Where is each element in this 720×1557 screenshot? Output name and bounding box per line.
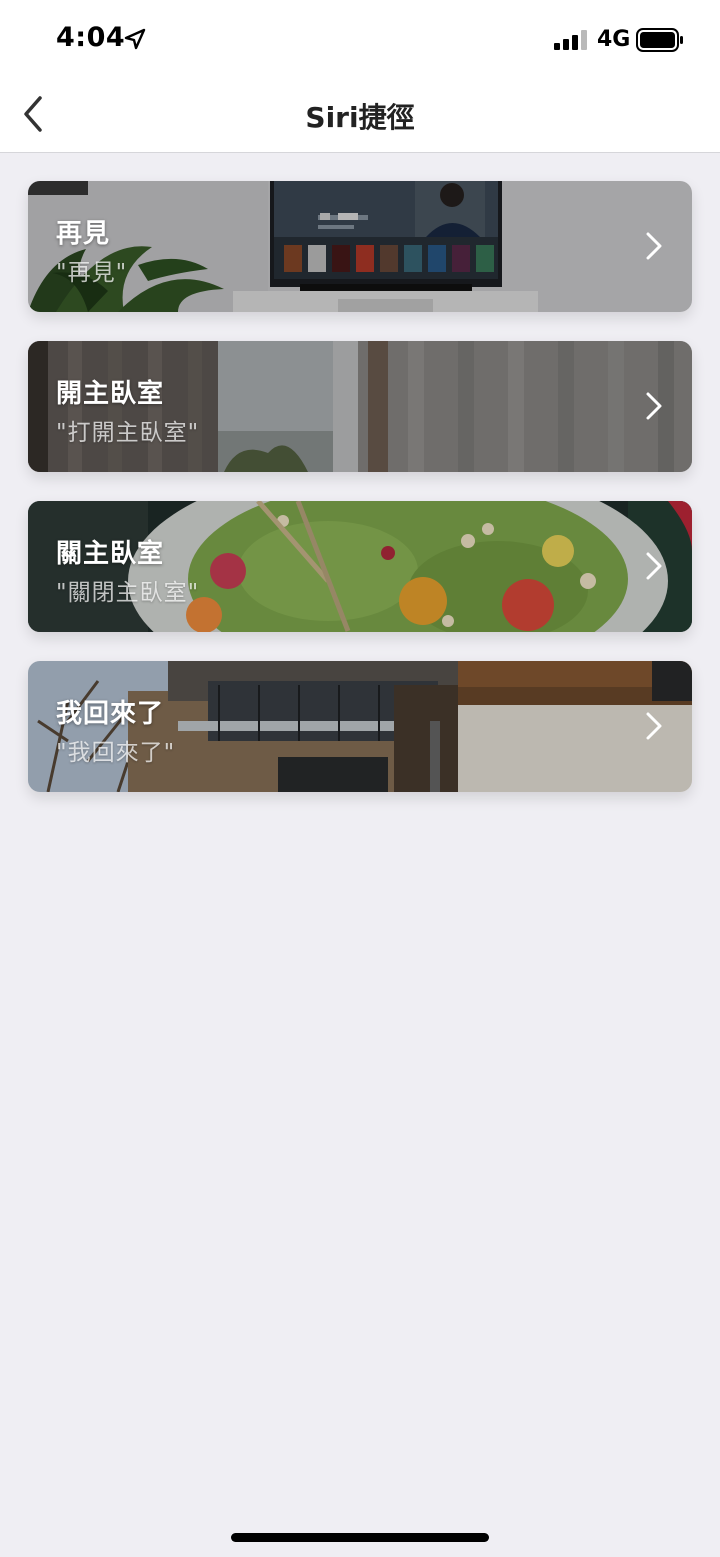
shortcut-card-im-home[interactable]: 我回來了 "我回來了" <box>28 661 692 792</box>
chevron-right-icon <box>646 552 662 580</box>
shortcut-card-goodbye[interactable]: 再見 "再見" <box>28 181 692 312</box>
shortcut-phrase: "再見" <box>56 260 128 286</box>
location-arrow-icon <box>124 28 146 50</box>
shortcut-title: 再見 <box>56 219 111 249</box>
network-type-label: 4G <box>597 27 631 52</box>
shortcut-title: 開主臥室 <box>56 379 165 409</box>
shortcut-phrase: "我回來了" <box>56 740 176 766</box>
living-room-tv-photo <box>28 181 692 312</box>
battery-icon <box>636 28 683 52</box>
shortcut-title: 我回來了 <box>56 699 165 729</box>
shortcut-phrase: "關閉主臥室" <box>56 580 200 606</box>
chevron-right-icon <box>646 392 662 420</box>
cellular-signal-icon <box>554 30 587 50</box>
shortcut-title: 關主臥室 <box>56 539 165 569</box>
status-bar: 4:04 4G <box>0 0 720 78</box>
home-indicator[interactable] <box>231 1533 489 1542</box>
shortcut-card-open-master-bedroom[interactable]: 開主臥室 "打開主臥室" <box>28 341 692 472</box>
status-time: 4:04 <box>56 22 126 53</box>
shortcut-card-close-master-bedroom[interactable]: 關主臥室 "關閉主臥室" <box>28 501 692 632</box>
shortcut-phrase: "打開主臥室" <box>56 420 200 446</box>
chevron-right-icon <box>646 712 662 740</box>
chevron-right-icon <box>646 232 662 260</box>
page-title: Siri捷徑 <box>305 101 415 134</box>
navigation-bar: Siri捷徑 <box>0 78 720 153</box>
